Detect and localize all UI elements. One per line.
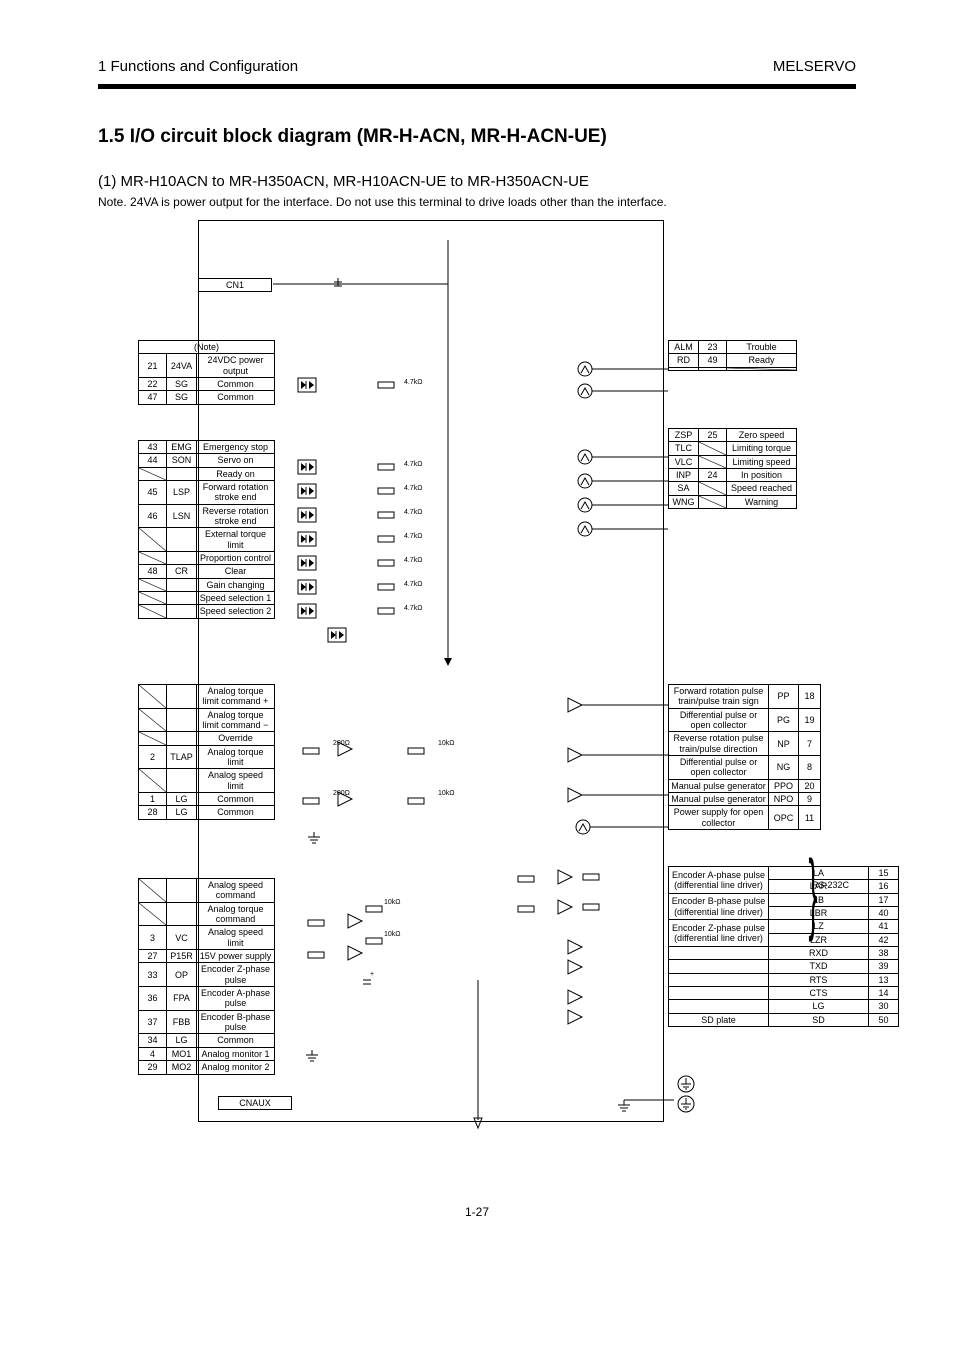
right-table-4: Encoder A-phase pulse (differential line… bbox=[668, 866, 899, 1027]
header-rule bbox=[98, 84, 856, 89]
header-left: 1 Functions and Configuration bbox=[98, 58, 298, 75]
left-table-2: 43EMGEmergency stop 44SONServo on Ready … bbox=[138, 440, 275, 619]
header-right: MELSERVO bbox=[773, 58, 856, 75]
page-header: 1 Functions and Configuration MELSERVO bbox=[98, 58, 856, 75]
brace-icon: } bbox=[809, 848, 818, 938]
section-title: 1.5 I/O circuit block diagram (MR-H-ACN,… bbox=[98, 126, 607, 148]
connector-cnaux-label: CNAUX bbox=[218, 1096, 292, 1110]
left-table-1: (Note) 2124VA24VDC power output 22SGComm… bbox=[138, 340, 275, 405]
right-table-3: Forward rotation pulse train/pulse train… bbox=[668, 684, 821, 830]
connector-cn1-label: CN1 bbox=[198, 278, 272, 292]
rs232-label: RS-232C bbox=[812, 880, 872, 890]
page-number: 1-27 bbox=[0, 1205, 954, 1219]
subtitle: (1) MR-H10ACN to MR-H350ACN, MR-H10ACN-U… bbox=[98, 173, 589, 190]
left-table-4: Analog speed command Analog torque comma… bbox=[138, 878, 275, 1075]
left-table-3: Analog torque limit command + Analog tor… bbox=[138, 684, 275, 820]
right-table-1: ALM23Trouble RD49Ready bbox=[668, 340, 797, 371]
note-text: Note. 24VA is power output for the inter… bbox=[98, 195, 667, 209]
right-table-2: ZSP25Zero speed TLCLimiting torque VLCLi… bbox=[668, 428, 797, 509]
